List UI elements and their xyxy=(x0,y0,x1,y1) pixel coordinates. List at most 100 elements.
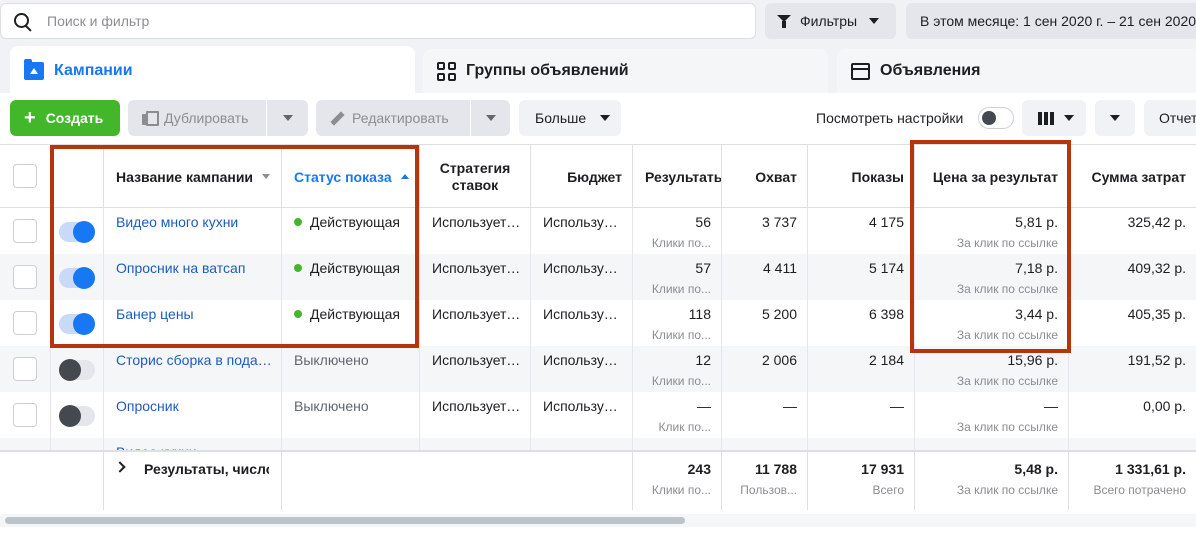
edit-button[interactable]: Редактировать xyxy=(316,100,470,136)
campaign-toggle[interactable] xyxy=(59,405,95,427)
reach-value: 4 411 xyxy=(763,260,797,276)
totals-status-cell xyxy=(282,452,633,510)
cell-status: Действующая xyxy=(282,208,420,254)
reports-button[interactable]: Отчет xyxy=(1144,100,1196,136)
table-row[interactable]: Банер цены Действующая Используется... Испо… xyxy=(0,300,1196,346)
more-button[interactable]: Больше xyxy=(519,100,621,136)
tab-ad-sets[interactable]: Группы объявлений xyxy=(423,49,828,93)
search-bar[interactable] xyxy=(0,3,756,39)
totals-cpr-sub: За клик по ссылке xyxy=(956,483,1058,497)
header-strategy[interactable]: Стратегия ставок xyxy=(420,145,531,208)
cell-status xyxy=(282,438,420,450)
chevron-down-icon xyxy=(600,115,611,121)
header-results[interactable]: Результаты xyxy=(633,145,722,208)
header-impressions[interactable]: Показы xyxy=(808,145,915,208)
table-row[interactable]: Опросник Выключено Используется... Использу… xyxy=(0,392,1196,438)
budget-value: Используется... xyxy=(543,352,624,368)
cell-spend: 409,32 р. xyxy=(1069,254,1196,300)
table-row[interactable]: Опросник на ватсап Действующая Используетс… xyxy=(0,254,1196,300)
toolbar: + Создать Дублировать Редактировать Боль… xyxy=(0,93,1196,143)
view-settings-label: Посмотреть настройки xyxy=(816,110,964,126)
campaign-toggle[interactable] xyxy=(59,221,95,243)
create-button[interactable]: + Создать xyxy=(10,100,120,136)
strategy-value: Используется... xyxy=(432,260,522,276)
header-reach[interactable]: Охват xyxy=(722,145,808,208)
row-checkbox[interactable] xyxy=(13,357,37,381)
cell-reach: 4 411 xyxy=(722,254,808,300)
status-active-dot xyxy=(294,310,302,318)
select-all-checkbox[interactable] xyxy=(13,164,37,188)
results-sublabel: Клики по... xyxy=(651,374,711,388)
cell-status: Действующая xyxy=(282,254,420,300)
grid-icon xyxy=(437,61,456,81)
duplicate-dropdown-button[interactable] xyxy=(266,100,308,136)
totals-results: 243 Клики по... xyxy=(633,452,722,510)
cell-name: Банер цены xyxy=(104,300,282,346)
totals-impressions-sub: Всего xyxy=(872,483,904,497)
campaign-name-link[interactable]: Банер цены xyxy=(116,306,273,322)
row-checkbox[interactable] xyxy=(13,219,37,243)
strategy-value: Используется... xyxy=(432,398,522,414)
row-checkbox[interactable] xyxy=(13,265,37,289)
chevron-down-icon xyxy=(1064,115,1074,121)
tab-campaigns[interactable]: Кампании xyxy=(10,46,415,96)
cpr-value: — xyxy=(1044,398,1058,414)
tab-ads[interactable]: Объявления xyxy=(837,49,1196,93)
cell-results xyxy=(633,438,722,450)
cell-reach: 3 737 xyxy=(722,208,808,254)
filters-button[interactable]: Фильтры xyxy=(765,3,896,39)
header-budget[interactable]: Бюджет xyxy=(531,145,633,208)
totals-spend: 1 331,61 р. Всего потрачено xyxy=(1069,452,1196,510)
breakdown-button[interactable] xyxy=(1095,100,1135,136)
row-checkbox[interactable] xyxy=(13,311,37,335)
header-select-cell xyxy=(0,145,51,208)
cell-reach: 2 006 xyxy=(722,346,808,392)
status-active-dot xyxy=(294,264,302,272)
cell-cpr xyxy=(915,438,1069,450)
date-range-button[interactable]: В этом месяце: 1 сен 2020 г. – 21 сен 20… xyxy=(906,3,1196,39)
table-body: Видео много кухни Действующая Используется… xyxy=(0,208,1196,450)
sort-asc-icon xyxy=(400,174,409,179)
strategy-value: Используется... xyxy=(432,352,522,368)
header-name[interactable]: Название кампании xyxy=(104,145,282,208)
table-row[interactable]: Видео много кухни Действующая Используется… xyxy=(0,208,1196,254)
view-settings-toggle[interactable] xyxy=(978,107,1014,129)
results-value: — xyxy=(697,398,711,414)
header-status[interactable]: Статус показа xyxy=(282,145,420,208)
status-text: Выключено xyxy=(294,398,369,414)
table-row[interactable]: Видео кухни xyxy=(0,438,1196,450)
results-sublabel: Клики по... xyxy=(651,328,711,342)
campaign-name-link[interactable]: Опросник на ватсап xyxy=(116,260,273,276)
filters-label: Фильтры xyxy=(800,13,858,29)
table-row[interactable]: Сторис сборка в подарок Выключено Использу… xyxy=(0,346,1196,392)
cell-tog xyxy=(51,392,104,438)
search-icon xyxy=(1,3,41,39)
campaign-toggle[interactable] xyxy=(59,313,95,335)
columns-button[interactable] xyxy=(1022,100,1086,136)
duplicate-button[interactable]: Дублировать xyxy=(128,100,266,136)
header-spend[interactable]: Сумма затрат xyxy=(1069,145,1196,208)
totals-cost-per-result: 5,48 р. За клик по ссылке xyxy=(915,452,1069,510)
cell-budget xyxy=(531,438,633,450)
campaign-name-link[interactable]: Опросник xyxy=(116,398,273,414)
reports-label: Отчет xyxy=(1159,110,1196,126)
campaign-toggle[interactable] xyxy=(59,359,95,381)
sort-icon xyxy=(262,174,271,179)
cell-results: 118 Клики по... xyxy=(633,300,722,346)
campaign-name-link[interactable]: Видео много кухни xyxy=(116,214,273,230)
search-input[interactable] xyxy=(47,13,727,29)
header-cost-per-result[interactable]: Цена за результат xyxy=(915,145,1069,208)
cell-reach: — xyxy=(722,392,808,438)
campaign-toggle[interactable] xyxy=(59,267,95,289)
status-cell-value: Выключено xyxy=(294,398,411,414)
folder-icon xyxy=(24,59,44,80)
campaign-name-link[interactable]: Сторис сборка в подарок xyxy=(116,352,273,368)
columns-icon xyxy=(1038,111,1054,125)
horizontal-scrollbar[interactable] xyxy=(5,517,685,524)
edit-dropdown-button[interactable] xyxy=(470,100,510,136)
header-reach-label: Охват xyxy=(755,168,797,185)
row-checkbox[interactable] xyxy=(13,403,37,427)
chevron-down-icon xyxy=(1110,115,1120,121)
pencil-icon xyxy=(328,110,344,126)
funnel-icon xyxy=(777,14,791,28)
